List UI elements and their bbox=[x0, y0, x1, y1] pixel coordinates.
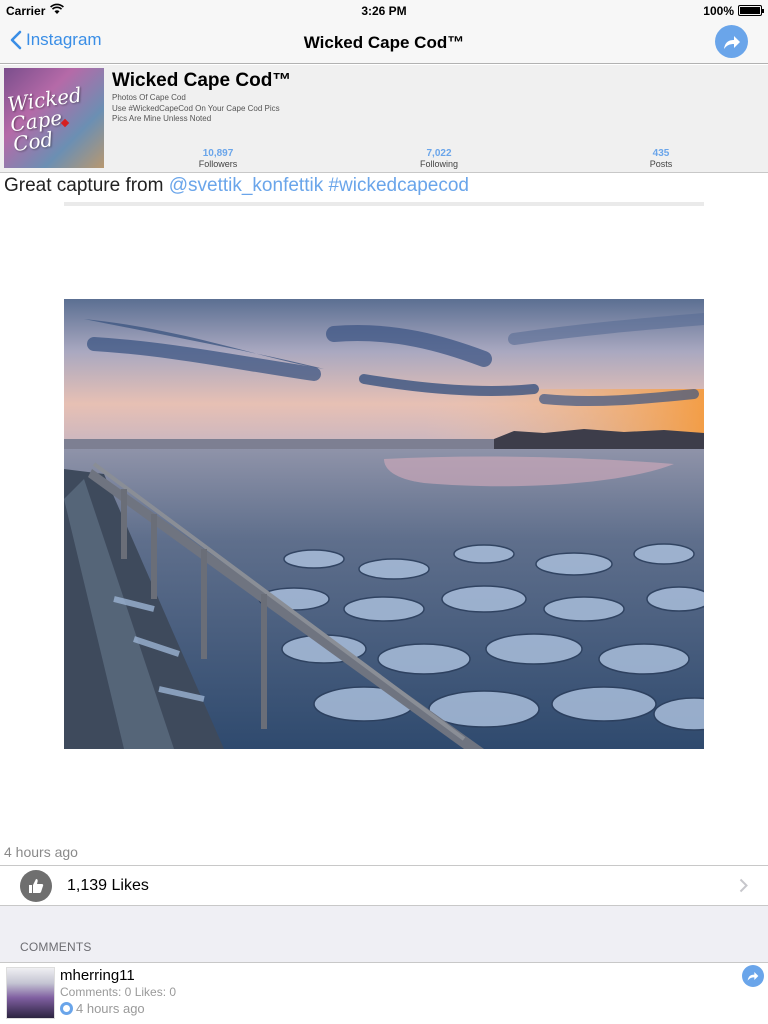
caption-text: Great capture from bbox=[4, 175, 169, 196]
clock-icon bbox=[60, 1002, 73, 1015]
commenter-username[interactable]: mherring11 bbox=[60, 967, 135, 984]
profile-name: Wicked Cape Cod™ bbox=[112, 70, 292, 91]
chevron-right-icon bbox=[739, 878, 748, 898]
hashtag-link[interactable]: #wickedcapecod bbox=[328, 175, 468, 196]
comment-item[interactable]: mherring11 Comments: 0 Likes: 0 4 hours … bbox=[0, 962, 768, 1024]
image-top-border bbox=[64, 202, 704, 206]
thumbs-up-icon bbox=[20, 870, 52, 902]
followers-stat[interactable]: 10,897 Followers bbox=[178, 148, 258, 169]
avatar-logo-art: Wicked Cape Cod bbox=[6, 82, 84, 157]
post-photo bbox=[64, 299, 704, 749]
bio-line: Pics Are Mine Unless Noted bbox=[112, 114, 212, 123]
likes-count: 1,139 Likes bbox=[67, 877, 149, 894]
bio-line: Photos Of Cape Cod bbox=[112, 93, 186, 102]
post-image[interactable] bbox=[64, 202, 704, 772]
post-timestamp: 4 hours ago bbox=[4, 844, 78, 860]
posts-stat[interactable]: 435 Posts bbox=[621, 148, 701, 169]
posts-label: Posts bbox=[649, 159, 673, 169]
followers-label: Followers bbox=[198, 159, 238, 169]
profile-bio: Photos Of Cape Cod Use #WickedCapeCod On… bbox=[112, 93, 280, 125]
share-arrow-icon bbox=[747, 972, 759, 981]
bio-line: Use #WickedCapeCod On Your Cape Cod Pics bbox=[112, 103, 280, 113]
share-arrow-icon bbox=[723, 35, 740, 49]
commenter-avatar[interactable] bbox=[6, 967, 55, 1019]
post-caption: Great capture from @svettik_konfettik #w… bbox=[4, 175, 469, 197]
battery-icon bbox=[738, 5, 764, 16]
status-bar: Carrier 3:26 PM 100% bbox=[0, 0, 768, 22]
profile-avatar[interactable]: Wicked Cape Cod bbox=[4, 68, 104, 168]
comments-section: COMMENTS bbox=[0, 906, 768, 962]
comment-share-button[interactable] bbox=[742, 965, 764, 987]
posts-count: 435 bbox=[652, 148, 670, 159]
share-button[interactable] bbox=[715, 25, 748, 58]
comments-header: COMMENTS bbox=[20, 940, 92, 954]
followers-count: 10,897 bbox=[202, 148, 234, 159]
following-stat[interactable]: 7,022 Following bbox=[399, 148, 479, 169]
clock-time: 3:26 PM bbox=[361, 4, 407, 18]
page-title: Wicked Cape Cod™ bbox=[303, 33, 465, 52]
following-label: Following bbox=[419, 159, 459, 169]
following-count: 7,022 bbox=[426, 148, 452, 159]
battery-percent: 100% bbox=[703, 4, 734, 18]
comment-stats: Comments: 0 Likes: 0 bbox=[60, 985, 177, 999]
comment-time-label: 4 hours ago bbox=[76, 1001, 145, 1016]
likes-row[interactable]: 1,139 Likes bbox=[0, 865, 768, 906]
frozen-bay-photo bbox=[64, 299, 704, 749]
mention-link[interactable]: @svettik_konfettik bbox=[169, 175, 323, 196]
comment-time: 4 hours ago bbox=[60, 1001, 145, 1016]
profile-header[interactable]: Wicked Cape Cod Wicked Cape Cod™ Photos O… bbox=[0, 65, 768, 173]
navigation-bar: Instagram Wicked Cape Cod™ bbox=[0, 22, 768, 64]
